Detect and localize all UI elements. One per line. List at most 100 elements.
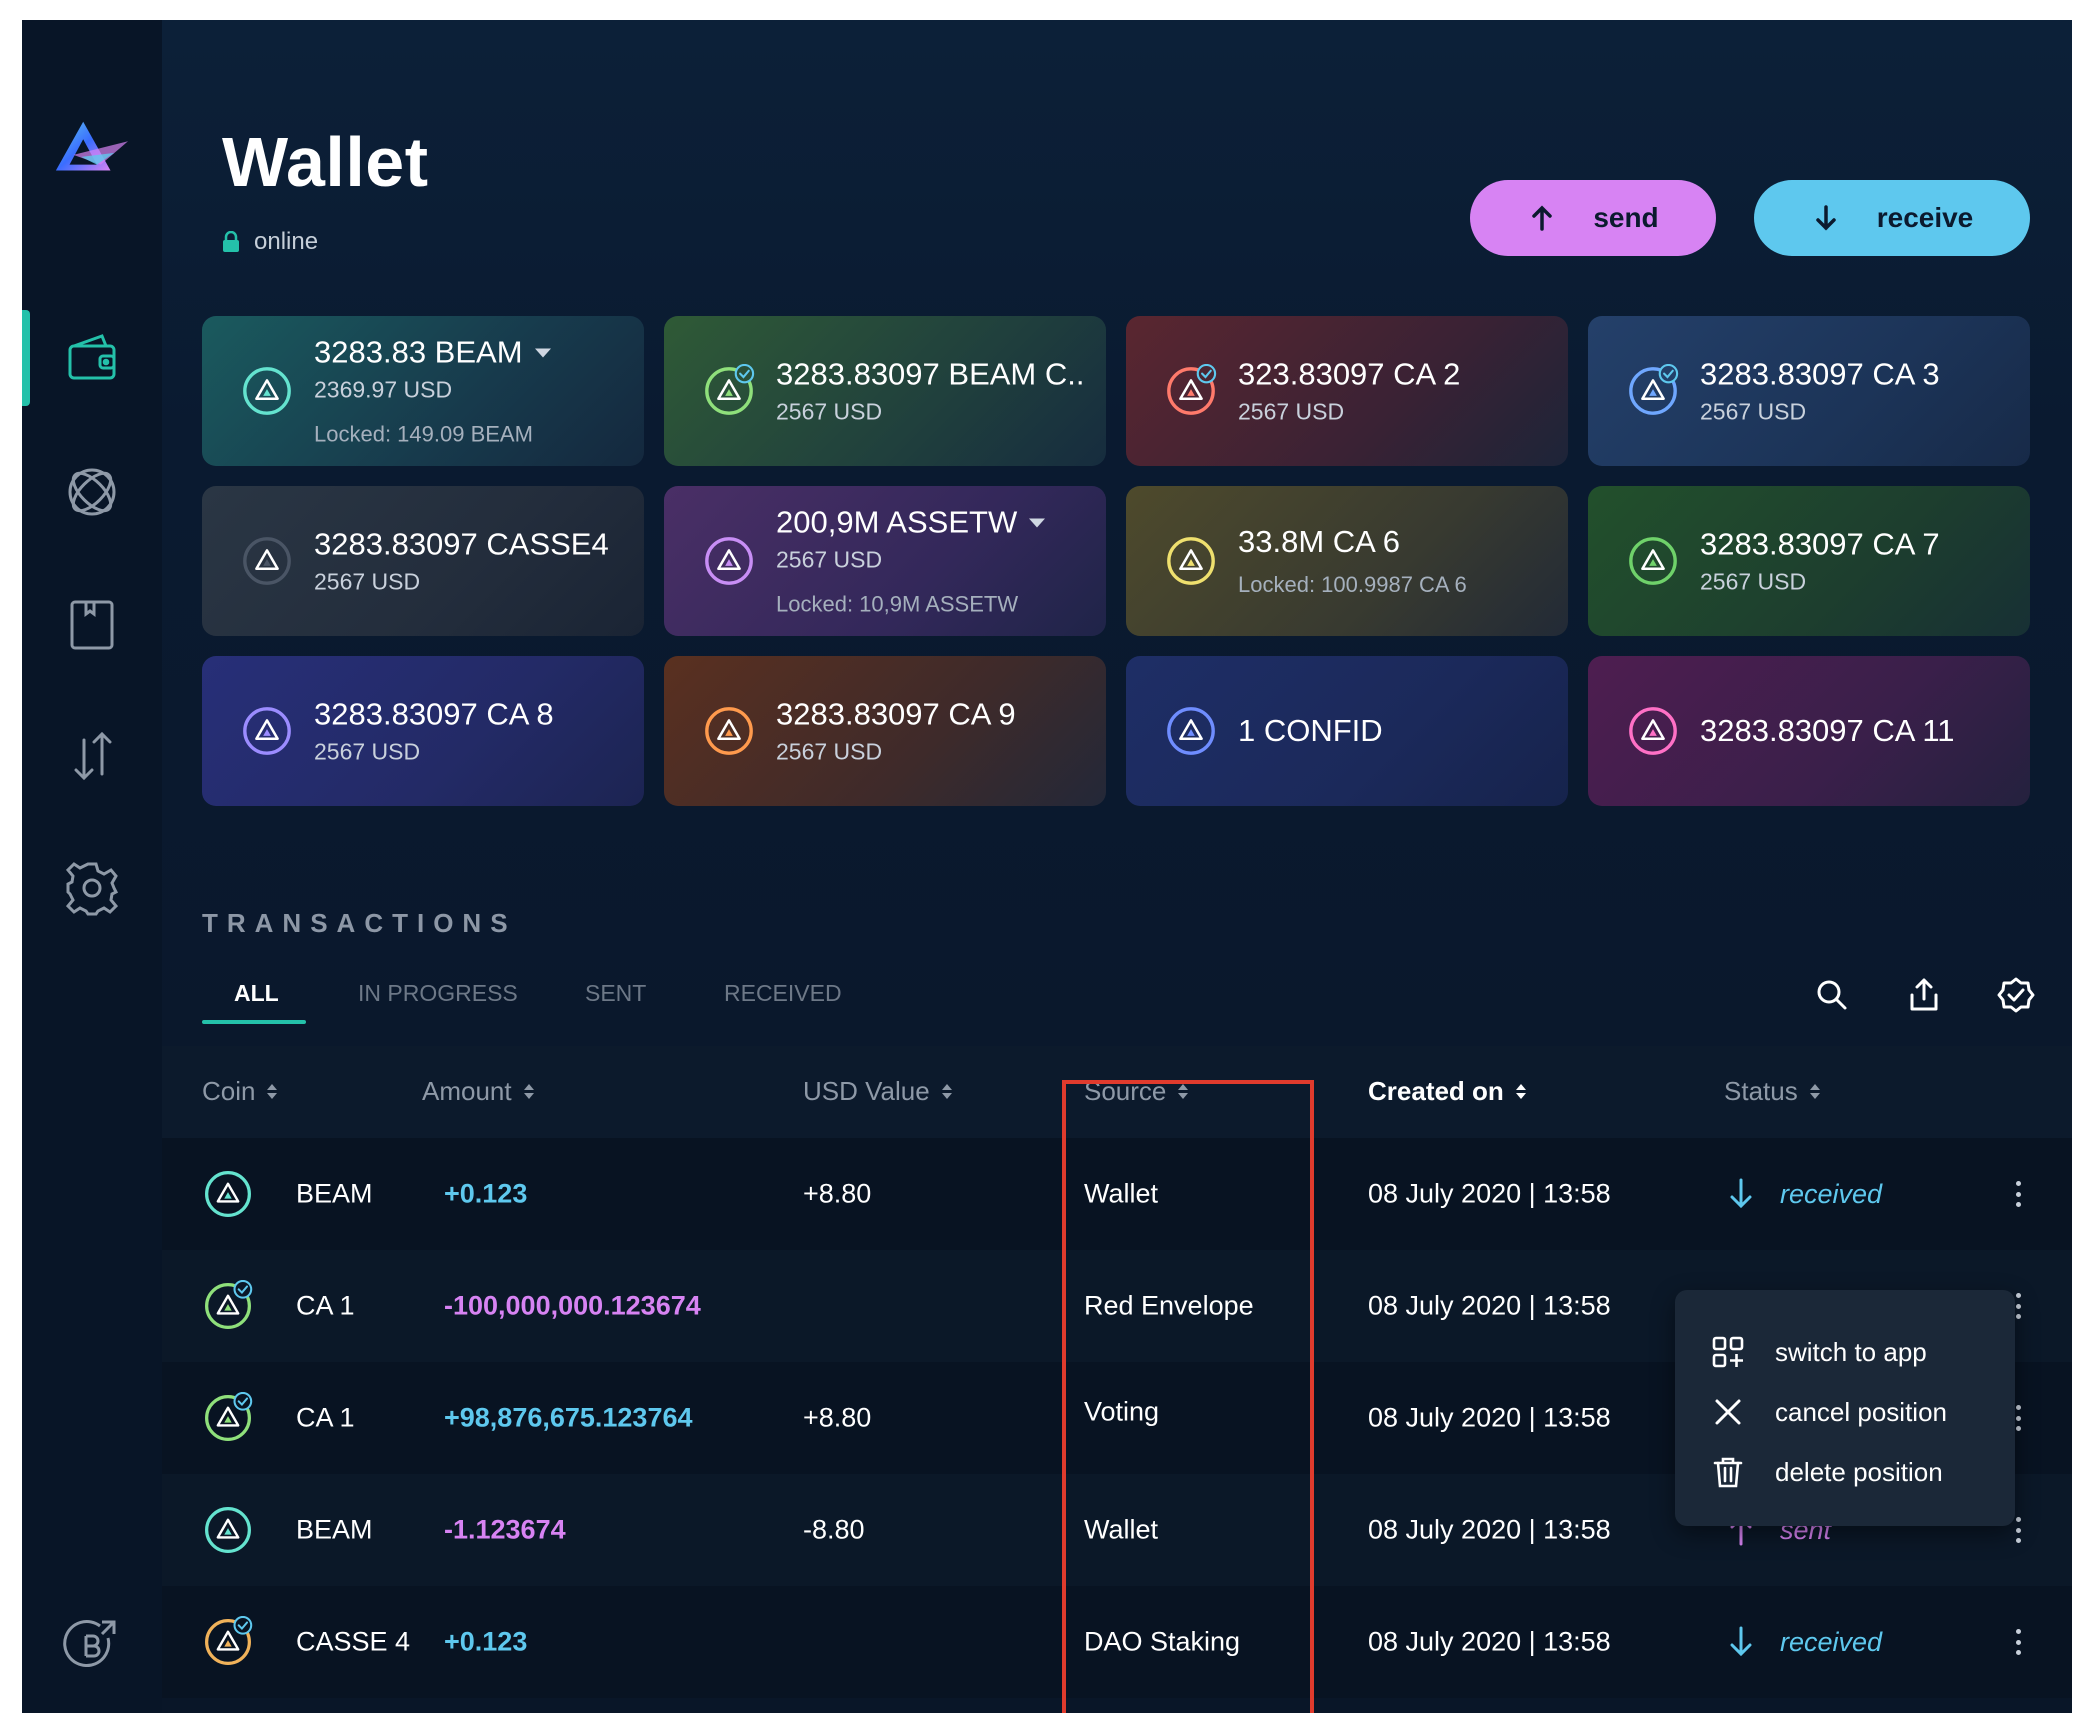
column-usd-value[interactable]: USD Value [803,1076,952,1107]
sort-icon [523,1084,534,1099]
asset-amount: 1 CONFID [1238,713,1383,749]
more-options-icon[interactable] [2010,1626,2026,1658]
asset-card[interactable]: 3283.83097 CA 3 2567 USD [1588,316,2030,466]
amount-value: -100,000,000.123674 [444,1290,701,1321]
sidebar [22,20,162,1713]
send-button[interactable]: send [1470,180,1716,256]
asset-card[interactable]: 3283.83097 CA 11 [1588,656,2030,806]
asset-card[interactable]: 3283.83097 CASSE4 2567 USD [202,486,644,636]
coin-icon [205,1279,253,1329]
asset-card[interactable]: 3283.83097 CA 8 2567 USD [202,656,644,806]
asset-coin-icon [705,537,753,585]
sidebar-item-wallet[interactable] [22,310,162,406]
asset-icon-wrapper [1164,363,1218,418]
close-icon [1715,1399,1741,1425]
asset-locked-amount: Locked: 100.9987 CA 6 [1238,572,1467,597]
coin-icon [205,1391,253,1441]
asset-icon-wrapper [1626,534,1680,588]
chevron-down-icon[interactable] [1029,518,1046,527]
sort-icon [1178,1084,1189,1099]
asset-coin-icon [1167,537,1215,585]
sidebar-item-transactions[interactable] [22,708,162,804]
connection-status: online [222,228,318,256]
asset-usd-value: 2369.97 USD [314,376,453,403]
tab-in-progress[interactable]: IN PROGRESS [358,980,518,1007]
beam-external-link-icon [63,1620,116,1667]
sidebar-item-dapps[interactable] [22,444,162,540]
asset-card[interactable]: 3283.83 BEAM 2369.97 USD Locked: 149.09 BE… [202,316,644,466]
sidebar-item-settings[interactable] [22,840,162,936]
table-row[interactable]: CASSE 4 +0.123 DAO Staking 08 July 2020 | 1… [162,1586,2072,1698]
sort-icon [941,1084,952,1099]
asset-card[interactable]: 1 CONFID [1126,656,1568,806]
coin-icon-wrapper [202,1168,254,1220]
asset-amount-text: 3283.83097 CA 3 [1700,356,1940,392]
amount-value: +0.123 [444,1626,528,1657]
asset-icon-wrapper [240,364,294,418]
column-coin[interactable]: Coin [202,1076,278,1107]
export-button[interactable] [1904,975,1944,1015]
sidebar-item-addresses[interactable] [22,576,162,672]
asset-card[interactable]: 3283.83097 BEAM C.. 2567 USD [664,316,1106,466]
coin-icon-wrapper [202,1504,254,1556]
table-row[interactable]: BEAM +0.123 +8.80 Wallet 08 July 2020 | 13:5… [162,1138,2072,1250]
search-icon [1817,980,1847,1010]
asset-text: 33.8M CA 6 Locked: 100.9987 CA 6 [1238,524,1467,598]
asset-amount-text: 3283.83 BEAM [314,334,523,370]
tab-received[interactable]: RECEIVED [724,980,842,1007]
menu-item-switch-to-app[interactable]: switch to app [1675,1322,2015,1382]
column-source[interactable]: Source [1084,1076,1189,1107]
swap-arrows-icon [74,731,112,781]
active-tab-indicator [202,1020,306,1024]
asset-amount-text: 1 CONFID [1238,713,1383,748]
coin-icon [205,1171,251,1217]
asset-amount: 200,9M ASSETW [776,504,1046,541]
created-on-value: 08 July 2020 | 13:58 [1368,1178,1611,1209]
atom-icon [68,468,116,516]
asset-locked-amount: Locked: 149.09 BEAM [314,421,533,447]
sidebar-item-beam-external[interactable] [22,1598,162,1694]
column-created-on[interactable]: Created on [1368,1076,1526,1107]
asset-amount-text: 33.8M CA 6 [1238,524,1400,559]
page-title: Wallet [222,123,429,201]
status-label: received [1780,1178,1883,1209]
verified-filter-button[interactable] [1996,975,2036,1015]
asset-icon-wrapper [1164,534,1218,588]
arrow-up-icon [1532,205,1553,231]
send-label: send [1593,202,1659,233]
asset-amount: 3283.83097 CA 7 [1700,527,1940,563]
asset-amount-text: 3283.83097 CA 9 [776,696,1016,732]
amount-value: +98,876,675.123764 [444,1402,693,1433]
asset-amount: 3283.83 BEAM [314,335,551,371]
asset-card[interactable]: 323.83097 CA 2 2567 USD [1126,316,1568,466]
asset-usd-value: 2567 USD [1238,398,1345,425]
asset-amount: 3283.83097 BEAM C.. [776,357,1084,393]
asset-card[interactable]: 3283.83097 CA 9 2567 USD [664,656,1106,806]
receive-button[interactable]: receive [1754,180,2030,256]
coin-icon-wrapper [202,1615,254,1668]
coin-icon [205,1615,253,1665]
app-window: Wallet online send receive 3283.83 BEAM 2… [22,20,2072,1713]
asset-text: 3283.83097 CA 8 2567 USD [314,697,554,766]
chevron-down-icon[interactable] [534,348,551,357]
asset-icon-wrapper [702,363,756,418]
column-amount[interactable]: Amount [422,1076,534,1107]
tab-all[interactable]: ALL [234,980,279,1007]
search-button[interactable] [1812,975,1852,1015]
asset-text: 3283.83097 CA 3 2567 USD [1700,357,1940,426]
asset-coin-icon [1167,707,1215,755]
sort-icon [267,1084,278,1099]
column-status[interactable]: Status [1724,1076,1820,1107]
asset-card[interactable]: 3283.83097 CA 7 2567 USD [1588,486,2030,636]
asset-amount-text: 200,9M ASSETW [776,504,1018,540]
asset-card[interactable]: 200,9M ASSETW 2567 USD Locked: 10,9M ASSET… [664,486,1106,636]
source-value: Wallet [1084,1514,1159,1545]
asset-amount-text: 3283.83097 CA 7 [1700,526,1940,562]
asset-card[interactable]: 33.8M CA 6 Locked: 100.9987 CA 6 [1126,486,1568,636]
tab-sent[interactable]: SENT [585,980,646,1007]
asset-coin-icon [705,363,755,415]
menu-item-cancel-position[interactable]: cancel position [1675,1382,2015,1442]
more-options-icon[interactable] [2010,1178,2026,1210]
menu-item-delete-position[interactable]: delete position [1675,1442,2015,1502]
asset-usd-value: 2567 USD [314,738,421,765]
